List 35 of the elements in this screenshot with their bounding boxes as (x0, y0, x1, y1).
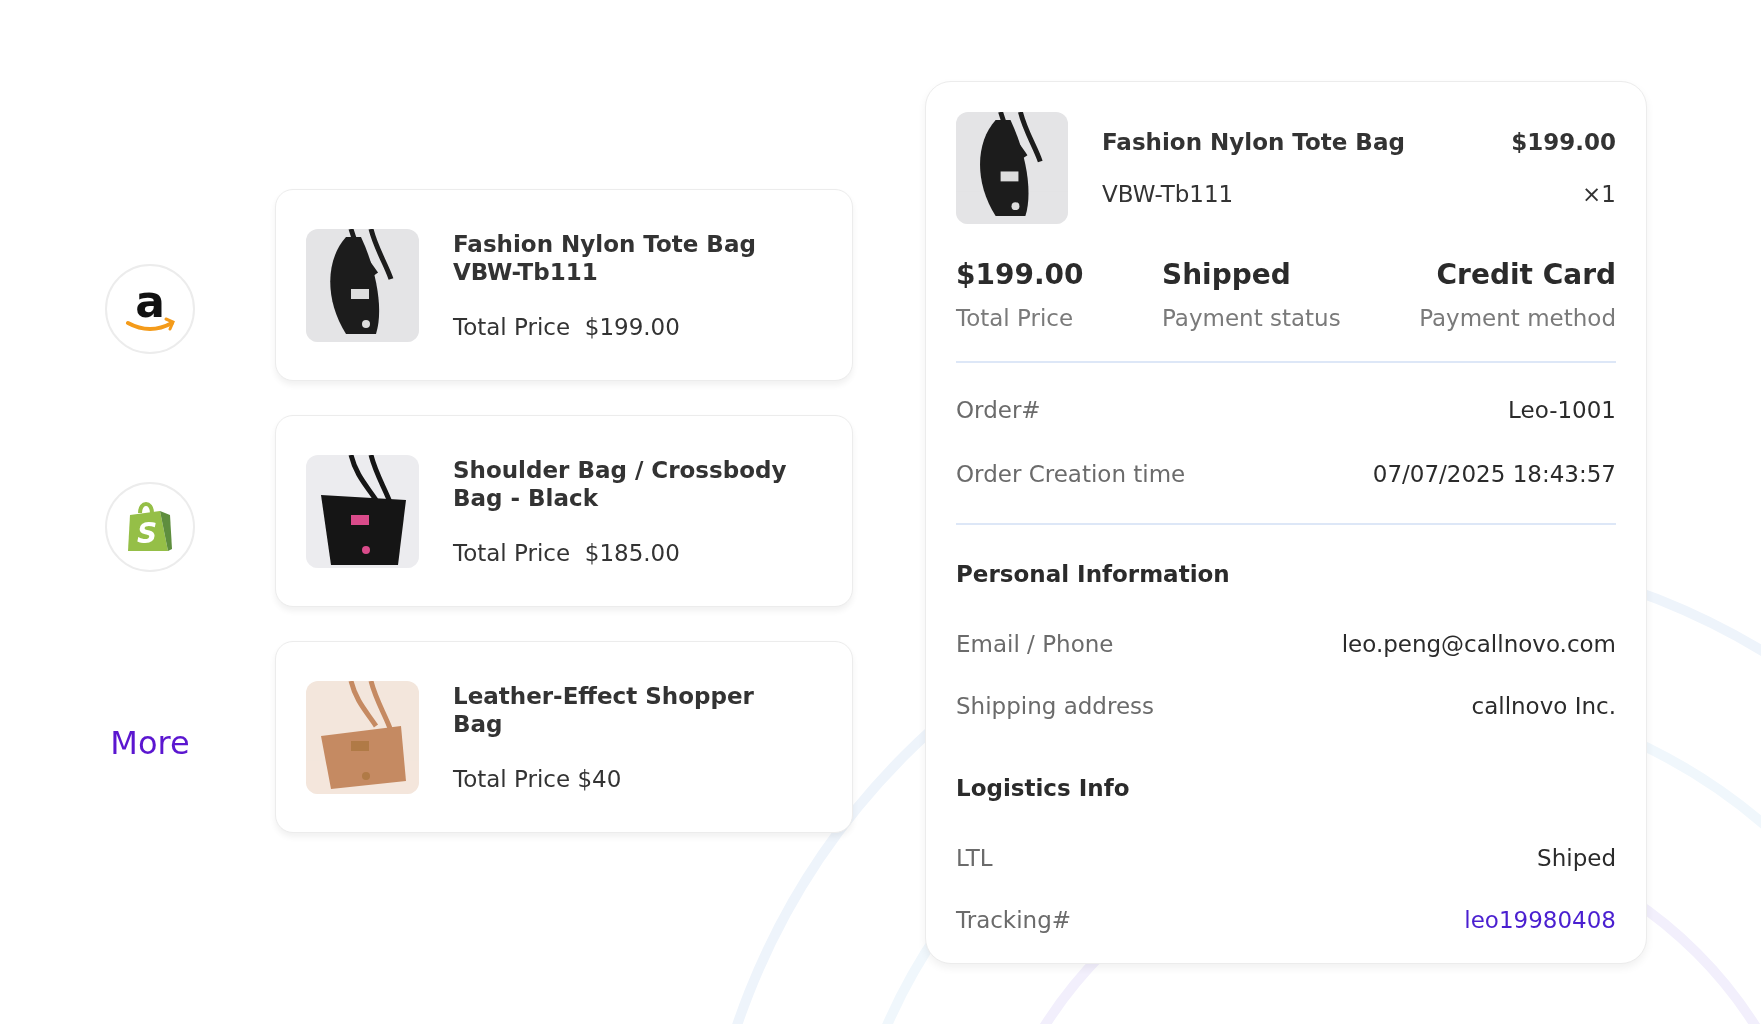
stat-label: Total Price (956, 305, 1074, 331)
field-label: Tracking# (956, 907, 1072, 933)
field-value: Shiped (1537, 845, 1616, 871)
more-link[interactable]: More (110, 724, 190, 762)
field-value: Leo-1001 (1508, 397, 1616, 423)
field-label: Order Creation time (956, 461, 1186, 487)
total-price: Total Price $40 (453, 766, 623, 792)
product-name: Fashion Nylon Tote Bag (1102, 129, 1405, 155)
product-price: $199.00 (1511, 129, 1616, 155)
platform-logo[interactable]: a (105, 264, 195, 354)
stat-value: Credit Card (1436, 258, 1616, 291)
product-sku: VBW-Tb111 (1102, 181, 1234, 207)
field-label: Shipping address (956, 693, 1154, 719)
stat-value: Shipped (1162, 258, 1291, 291)
section-title: Logistics Info (956, 775, 1131, 801)
product-name: Fashion Nylon Tote Bag VBW-Tb111 (453, 230, 757, 286)
stat-label: Payment method (1419, 305, 1616, 331)
quantity: ×1 (1582, 181, 1616, 207)
tracking-link[interactable]: leo19980408 (1464, 907, 1616, 933)
order-card[interactable]: Leather-Effect Shopper Bag Total Price $40 (275, 641, 853, 833)
field-value: callnovo Inc. (1471, 693, 1616, 719)
total-price: Total Price $185.00 (453, 540, 681, 566)
field-label: Order# (956, 397, 1041, 423)
stat-label: Payment status (1162, 305, 1341, 331)
total-price: Total Price $199.00 (453, 314, 681, 340)
field-label: LTL (956, 845, 993, 871)
product-name: Shoulder Bag / Crossbody Bag - Black (453, 456, 788, 512)
field-value: 07/07/2025 18:43:57 (1372, 461, 1616, 487)
order-card[interactable]: Shoulder Bag / Crossbody Bag - Black Total Price $185.00 (275, 415, 853, 607)
product-name: Leather-Effect Shopper Bag (453, 682, 755, 738)
field-value: leo.peng@callnovo.com (1341, 631, 1616, 657)
order-card[interactable]: Fashion Nylon Tote Bag VBW-Tb111 Total Price $199.00 (275, 189, 853, 381)
field-label: Email / Phone (956, 631, 1114, 657)
stat-value: $199.00 (956, 258, 1084, 291)
section-title: Personal Information (956, 561, 1231, 587)
